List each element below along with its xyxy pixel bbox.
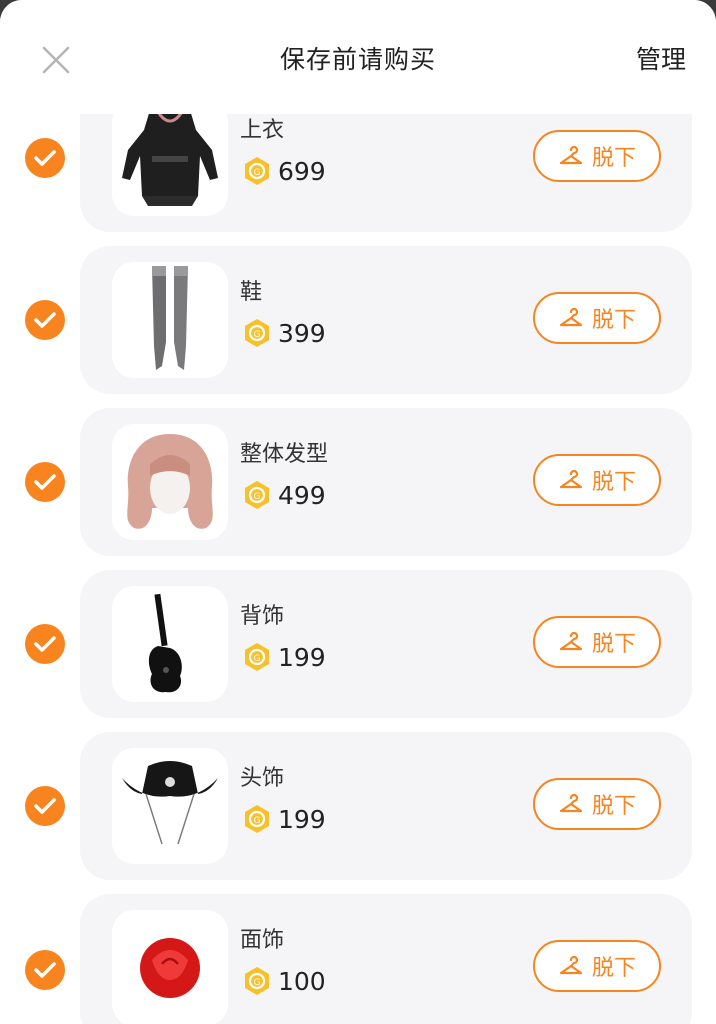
take-off-button[interactable]: 脱下 [533, 940, 661, 992]
check-icon [34, 962, 56, 978]
hanger-icon [559, 955, 583, 975]
item-price: G 100 [242, 966, 326, 996]
check-icon [34, 798, 56, 814]
price-value: 699 [278, 156, 326, 186]
price-value: 199 [278, 804, 326, 834]
check-icon [34, 312, 56, 328]
item-card: 整体发型 G 499 脱下 [80, 408, 692, 556]
item-checkbox[interactable] [25, 624, 65, 664]
purchase-sheet: 上衣 G 699 脱下 鞋 G 399 脱下 整体发型 G 499 脱下 背饰 … [0, 0, 716, 1024]
hanger-icon [559, 631, 583, 651]
list-item: 面饰 G 100 脱下 [0, 894, 716, 1024]
item-list[interactable]: 上衣 G 699 脱下 鞋 G 399 脱下 整体发型 G 499 脱下 背饰 … [0, 0, 716, 1024]
cowboy-hat-image [122, 761, 218, 845]
hanger-icon [559, 469, 583, 489]
price-value: 399 [278, 318, 326, 348]
take-off-label: 脱下 [591, 470, 636, 495]
item-checkbox[interactable] [25, 786, 65, 826]
svg-text:G: G [254, 168, 261, 178]
take-off-label: 脱下 [591, 794, 636, 819]
take-off-button[interactable]: 脱下 [533, 616, 661, 668]
item-name: 背饰 [240, 604, 285, 629]
item-card: 背饰 G 199 脱下 [80, 570, 692, 718]
item-name: 上衣 [240, 118, 285, 143]
svg-text:G: G [254, 978, 261, 988]
item-name: 整体发型 [240, 442, 329, 467]
rose-image [140, 938, 200, 998]
list-item: 背饰 G 199 脱下 [0, 570, 716, 718]
item-thumbnail-head [112, 748, 228, 864]
coin-icon: G [245, 157, 269, 185]
item-price: G 699 [242, 156, 326, 186]
list-item: 头饰 G 199 脱下 [0, 732, 716, 880]
check-icon [34, 474, 56, 490]
manage-button[interactable]: 管理 [636, 40, 686, 76]
list-item: 鞋 G 399 脱下 [0, 246, 716, 394]
hanger-icon [559, 145, 583, 165]
item-price: G 199 [242, 642, 326, 672]
take-off-button[interactable]: 脱下 [533, 130, 661, 182]
item-checkbox[interactable] [25, 950, 65, 990]
take-off-label: 脱下 [591, 956, 636, 981]
coin-icon: G [245, 319, 269, 347]
item-card: 面饰 G 100 脱下 [80, 894, 692, 1024]
svg-text:G: G [254, 330, 261, 340]
sheet-header: 保存前请购买 管理 [0, 0, 716, 114]
svg-text:G: G [254, 492, 261, 502]
item-name: 鞋 [240, 280, 263, 305]
coin-icon: G [245, 643, 269, 671]
item-thumbnail-shoes [112, 262, 228, 378]
coin-icon: G [245, 967, 269, 995]
check-icon [34, 636, 56, 652]
price-value: 499 [278, 480, 326, 510]
take-off-label: 脱下 [591, 146, 636, 171]
take-off-label: 脱下 [591, 632, 636, 657]
boots-image [152, 266, 188, 370]
coin-icon: G [245, 481, 269, 509]
item-price: G 399 [242, 318, 326, 348]
item-name: 头饰 [240, 766, 285, 791]
svg-text:G: G [254, 654, 261, 664]
item-name: 面饰 [240, 928, 285, 953]
item-thumbnail-face [112, 910, 228, 1024]
hanger-icon [559, 793, 583, 813]
take-off-label: 脱下 [591, 308, 636, 333]
hanger-icon [559, 307, 583, 327]
page-title: 保存前请购买 [279, 45, 436, 74]
hairstyle-image [127, 434, 213, 529]
item-price: G 499 [242, 480, 326, 510]
list-item: 整体发型 G 499 脱下 [0, 408, 716, 556]
item-price: G 199 [242, 804, 326, 834]
item-thumbnail-back [112, 586, 228, 702]
top-garment-image [122, 110, 218, 206]
check-icon [34, 150, 56, 166]
take-off-button[interactable]: 脱下 [533, 292, 661, 344]
item-card: 头饰 G 199 脱下 [80, 732, 692, 880]
item-checkbox[interactable] [25, 462, 65, 502]
take-off-button[interactable]: 脱下 [533, 778, 661, 830]
price-value: 199 [278, 642, 326, 672]
item-checkbox[interactable] [25, 138, 65, 178]
item-checkbox[interactable] [25, 300, 65, 340]
svg-text:G: G [254, 816, 261, 826]
coin-icon: G [245, 805, 269, 833]
guitar-image [148, 593, 182, 693]
item-thumbnail-top [112, 100, 228, 216]
take-off-button[interactable]: 脱下 [533, 454, 661, 506]
item-card: 鞋 G 399 脱下 [80, 246, 692, 394]
price-value: 100 [278, 966, 326, 996]
item-thumbnail-hair [112, 424, 228, 540]
